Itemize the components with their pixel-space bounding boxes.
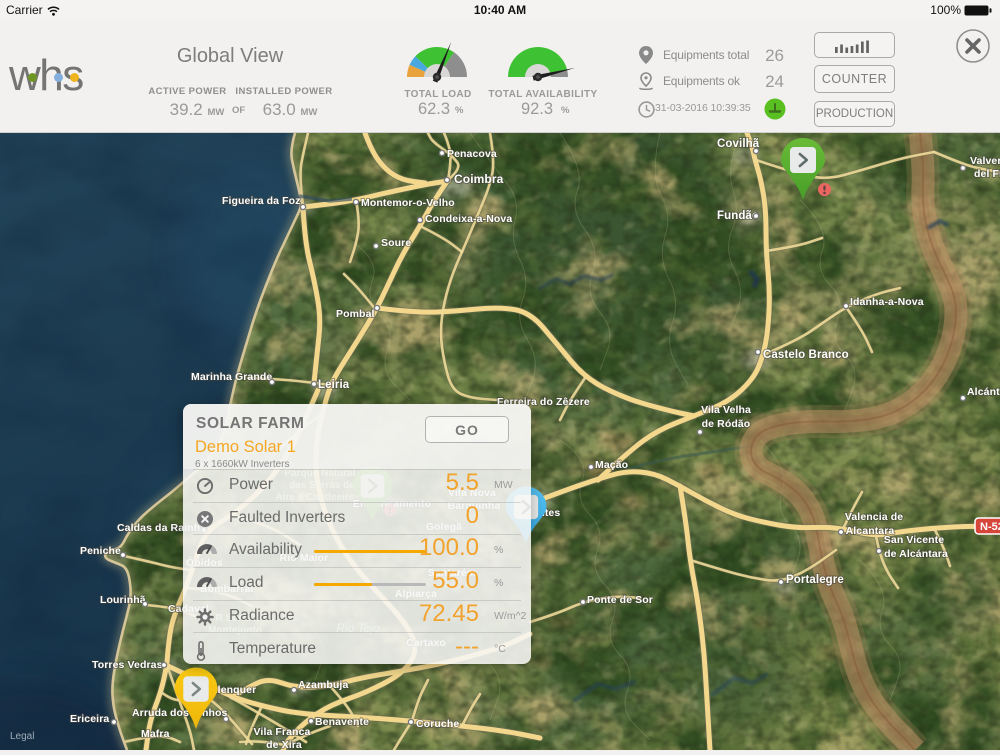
svg-text:Mafra: Mafra xyxy=(141,728,170,740)
svg-text:Mação: Mação xyxy=(595,459,628,471)
svg-text:92.3: 92.3 xyxy=(521,100,553,118)
svg-text:%: % xyxy=(561,105,570,116)
svg-text:Covilhã: Covilhã xyxy=(717,138,760,150)
svg-text:Figueira da Foz: Figueira da Foz xyxy=(222,195,301,207)
svg-text:Peniche: Peniche xyxy=(80,545,121,557)
svg-text:Pombal: Pombal xyxy=(336,308,375,320)
svg-text:Torres Vedras: Torres Vedras xyxy=(92,659,163,671)
svg-text:TOTAL AVAILABILITY: TOTAL AVAILABILITY xyxy=(488,89,597,100)
svg-text:%: % xyxy=(455,105,464,116)
svg-text:Coimbra: Coimbra xyxy=(454,172,504,186)
svg-text:TOTAL LOAD: TOTAL LOAD xyxy=(404,89,471,100)
svg-text:San Vicente: San Vicente xyxy=(884,534,944,546)
svg-text:Azambuja: Azambuja xyxy=(298,679,348,691)
svg-text:Idanha-a-Nova: Idanha-a-Nova xyxy=(850,296,924,308)
svg-text:Vila Velha: Vila Velha xyxy=(701,404,751,416)
svg-text:Ericeira: Ericeira xyxy=(70,713,109,725)
svg-text:Ponte de Sor: Ponte de Sor xyxy=(587,594,653,606)
svg-text:de Xira: de Xira xyxy=(266,739,302,750)
svg-text:Leiria: Leiria xyxy=(318,379,350,391)
svg-text:Valencia de: Valencia de xyxy=(845,511,903,523)
svg-text:62.3: 62.3 xyxy=(418,100,450,118)
svg-text:Arruda dos Vinhos: Arruda dos Vinhos xyxy=(132,707,227,719)
svg-text:de Ródão: de Ródão xyxy=(702,418,751,430)
svg-text:Soure: Soure xyxy=(381,237,411,249)
svg-text:de Alcántara: de Alcántara xyxy=(884,548,948,560)
svg-text:Portalegre: Portalegre xyxy=(786,574,844,586)
svg-text:Penacova: Penacova xyxy=(447,148,497,160)
svg-text:Valver: Valver xyxy=(970,155,1000,167)
svg-text:Benavente: Benavente xyxy=(315,716,369,728)
svg-text:N-52: N-52 xyxy=(980,521,1000,533)
svg-text:Vila Franca: Vila Franca xyxy=(254,726,311,738)
svg-text:del Fre: del Fre xyxy=(974,168,1000,180)
svg-text:Alcánt: Alcánt xyxy=(967,386,1000,398)
svg-text:Marinha Grande: Marinha Grande xyxy=(191,371,272,383)
svg-text:Lourinhã: Lourinhã xyxy=(100,594,146,606)
svg-text:Condeixa-a-Nova: Condeixa-a-Nova xyxy=(425,213,512,225)
svg-text:Castelo Branco: Castelo Branco xyxy=(763,349,849,361)
svg-text:Legal: Legal xyxy=(10,731,34,742)
svg-text:Montemor-o-Velho: Montemor-o-Velho xyxy=(361,197,455,209)
svg-text:Coruche: Coruche xyxy=(416,718,459,730)
